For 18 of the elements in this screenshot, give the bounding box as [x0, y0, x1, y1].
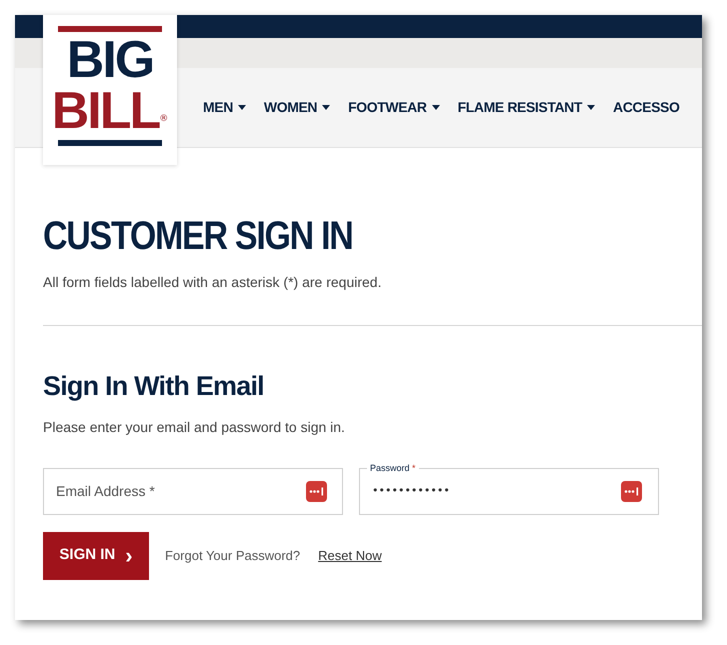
- section-title: Sign In With Email: [43, 370, 265, 403]
- forgot-password-text: Forgot Your Password?: [165, 546, 300, 565]
- nav-link[interactable]: FLAME RESISTANT: [458, 97, 596, 118]
- email-field[interactable]: Email Address *: [43, 468, 343, 514]
- section-text: Please enter your email and password to sign in.: [43, 418, 346, 437]
- password-value: ••••••••••••: [372, 482, 451, 499]
- page-title: CUSTOMER SIGN IN: [43, 214, 354, 258]
- nav-link[interactable]: FOOTWEAR: [348, 97, 440, 118]
- required-note: All form fields labelled with an asterisk (*) are required.: [43, 273, 382, 292]
- password-label: Password *: [367, 462, 419, 474]
- reset-now-link[interactable]: Reset Now: [318, 546, 382, 566]
- password-manager-icon[interactable]: [621, 480, 642, 502]
- password-manager-icon[interactable]: [306, 480, 327, 502]
- nav-link[interactable]: ACCESSO: [613, 97, 680, 118]
- sign-in-button[interactable]: SIGN IN ›: [43, 532, 149, 580]
- logo[interactable]: BIG BILL®: [43, 15, 177, 165]
- nav-link[interactable]: WOMEN: [264, 97, 330, 118]
- nav-link[interactable]: MEN: [203, 97, 246, 118]
